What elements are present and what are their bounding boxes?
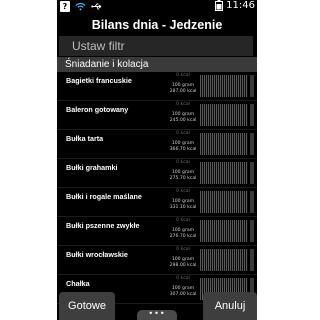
item-kcal: 245.00 kcal	[169, 118, 197, 123]
amount-slider[interactable]	[200, 104, 248, 126]
slider-handle[interactable]	[250, 162, 254, 184]
list-item[interactable]: Baleron gotowany 0 kcal 100 gram 245.00 …	[57, 101, 257, 130]
item-grams: 100 gram	[171, 170, 195, 175]
cancel-button[interactable]: Anuluj	[203, 292, 257, 320]
list-item[interactable]: Bułki i rogale maślane 0 kcal 100 gram 3…	[57, 188, 257, 217]
done-button[interactable]: Gotowe	[59, 292, 115, 320]
help-icon: ?	[60, 1, 70, 12]
item-kcal: 298.00 kcal	[169, 263, 197, 268]
item-kcal: 287.00 kcal	[169, 89, 197, 94]
amount-slider[interactable]	[200, 191, 248, 213]
slider-handle[interactable]	[250, 191, 254, 213]
item-name: Bułki grahamki	[66, 163, 118, 172]
list-item[interactable]: Bułki grahamki 0 kcal 100 gram 275.70 kc…	[57, 159, 257, 188]
item-name: Bułki pszenne zwykłe	[66, 221, 140, 230]
slider-handle[interactable]	[250, 249, 254, 271]
item-grams: 100 gram	[171, 199, 195, 204]
amount-slider[interactable]	[200, 162, 248, 184]
amount-slider[interactable]	[200, 133, 248, 155]
phone-screen: ? 11:46 Bilans dnia - Jedzenie Śniadanie…	[57, 0, 257, 320]
status-bar: ? 11:46	[57, 0, 257, 14]
item-kcal: 275.70 kcal	[169, 176, 197, 181]
list-item[interactable]: Bagietki francuskie 0 kcal 100 gram 287.…	[57, 72, 257, 101]
filter-input[interactable]	[59, 36, 253, 56]
bottom-bar: Gotowe ••• Anuluj	[57, 292, 257, 320]
slider-handle[interactable]	[250, 220, 254, 242]
item-grams: 100 gram	[171, 141, 195, 146]
usb-icon	[91, 3, 102, 10]
clock: 11:46	[226, 0, 255, 11]
item-name: Chałka	[66, 279, 90, 288]
amount-slider[interactable]	[200, 249, 248, 271]
item-kcal-top: 0 kcal	[176, 276, 190, 281]
item-grams: 100 gram	[171, 112, 195, 117]
more-handle[interactable]: •••	[137, 310, 177, 320]
section-header: Śniadanie i kolacja	[57, 57, 257, 72]
list-item[interactable]: Bułka tarta 0 kcal 100 gram 366.70 kcal	[57, 130, 257, 159]
wifi-icon	[75, 2, 86, 11]
item-grams: 100 gram	[171, 257, 195, 262]
battery-icon	[215, 0, 224, 11]
item-kcal-top: 0 kcal	[176, 189, 190, 194]
item-kcal-top: 0 kcal	[176, 73, 190, 78]
item-kcal-top: 0 kcal	[176, 218, 190, 223]
slider-handle[interactable]	[250, 104, 254, 126]
item-name: Bułki i rogale maślane	[66, 192, 142, 201]
item-kcal-top: 0 kcal	[176, 160, 190, 165]
item-kcal: 331.10 kcal	[169, 205, 197, 210]
food-list: Bagietki francuskie 0 kcal 100 gram 287.…	[57, 72, 257, 320]
item-grams: 100 gram	[171, 228, 195, 233]
list-item[interactable]: Bułki pszenne zwykłe 0 kcal 100 gram 276…	[57, 217, 257, 246]
amount-slider[interactable]	[200, 220, 248, 242]
item-name: Baleron gotowany	[66, 105, 129, 114]
item-grams: 100 gram	[171, 286, 195, 291]
item-kcal-top: 0 kcal	[176, 131, 190, 136]
item-kcal: 366.70 kcal	[169, 147, 197, 152]
item-kcal-top: 0 kcal	[176, 247, 190, 252]
item-grams: 100 gram	[171, 83, 195, 88]
page-title: Bilans dnia - Jedzenie	[57, 14, 257, 36]
amount-slider[interactable]	[200, 75, 248, 97]
item-kcal: 276.70 kcal	[169, 234, 197, 239]
item-name: Bułka tarta	[66, 134, 104, 143]
slider-handle[interactable]	[250, 133, 254, 155]
slider-handle[interactable]	[250, 75, 254, 97]
item-kcal-top: 0 kcal	[176, 102, 190, 107]
list-item[interactable]: Bułki wrocławskie 0 kcal 100 gram 298.00…	[57, 246, 257, 275]
filter-container	[57, 36, 257, 56]
item-name: Bułki wrocławskie	[66, 250, 128, 259]
item-name: Bagietki francuskie	[66, 76, 132, 85]
